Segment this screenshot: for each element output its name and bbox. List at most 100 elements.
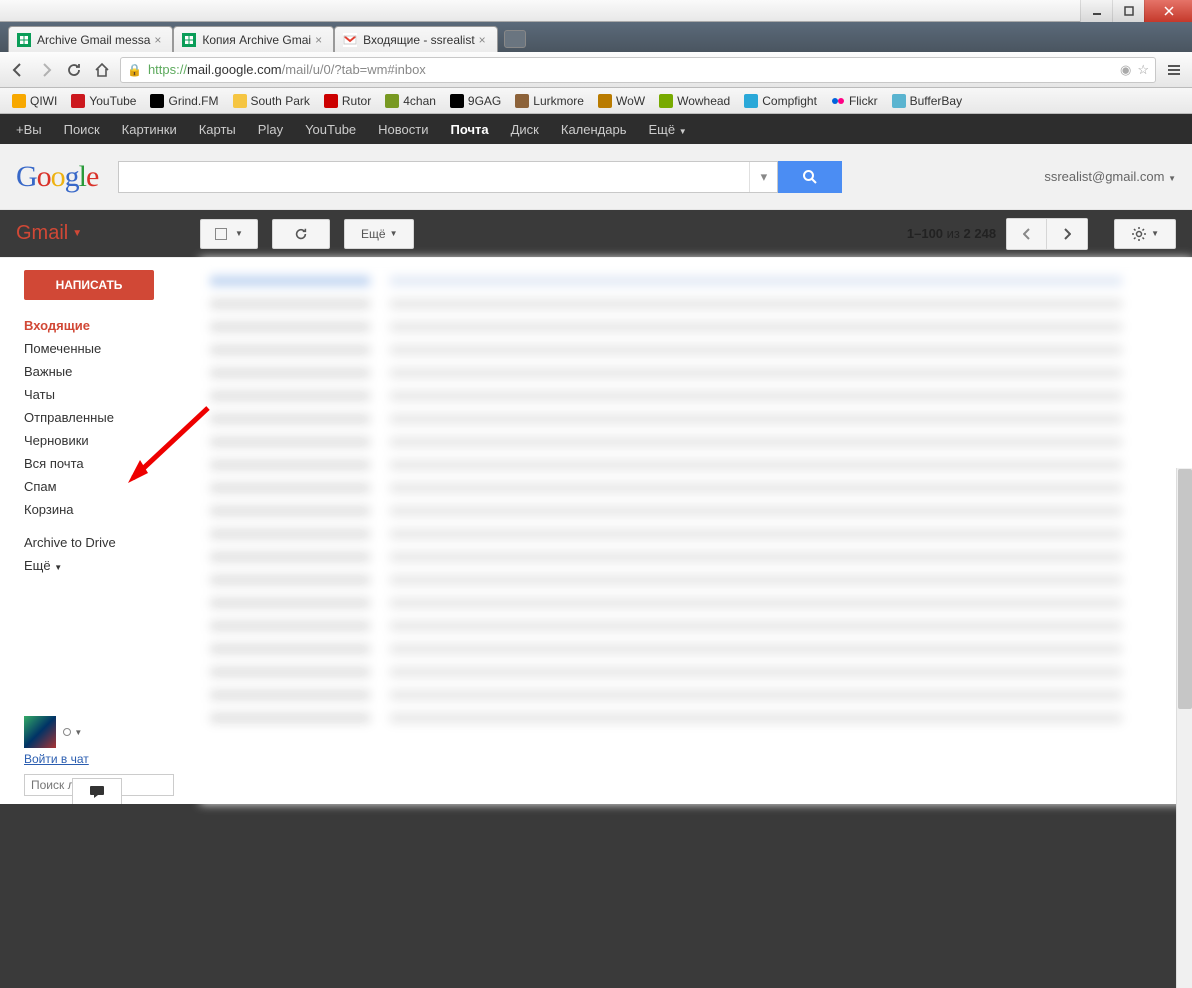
maximize-button[interactable]: [1112, 0, 1144, 22]
refresh-button[interactable]: [272, 219, 330, 249]
url-text: https://mail.google.com/mail/u/0/?tab=wm…: [148, 62, 426, 77]
home-button[interactable]: [92, 60, 112, 80]
bookmark-item[interactable]: Grind.FM: [144, 92, 224, 110]
bookmark-item[interactable]: Rutor: [318, 92, 377, 110]
sheets-icon: [17, 33, 31, 47]
rutor-icon: [324, 94, 338, 108]
nav-chats[interactable]: Чаты: [24, 385, 200, 404]
select-all-button[interactable]: ▼: [200, 219, 258, 249]
bookmark-star-icon[interactable]: ☆: [1137, 62, 1149, 78]
gmail-main: НАПИСАТЬ Входящие Помеченные Важные Чаты…: [0, 258, 1192, 804]
bookmark-item[interactable]: WoW: [592, 92, 651, 110]
compose-button[interactable]: НАПИСАТЬ: [24, 270, 154, 300]
search-input[interactable]: ▾: [118, 161, 778, 193]
message-list[interactable]: [200, 258, 1192, 804]
bookmark-item[interactable]: South Park: [227, 92, 316, 110]
gmail-toolbar: Gmail ▼ ▼ Ещё ▼ 1–100 из 2 248 ▼: [0, 210, 1192, 258]
bookmark-item[interactable]: Flickr: [825, 92, 884, 110]
google-bar: +Вы Поиск Картинки Карты Play YouTube Но…: [0, 114, 1192, 144]
lock-icon: 🔒: [127, 63, 142, 77]
menu-button[interactable]: [1164, 60, 1184, 80]
sheets-icon: [182, 33, 196, 47]
window-titlebar: [0, 0, 1192, 22]
bookmark-item[interactable]: Lurkmore: [509, 92, 590, 110]
compfight-icon: [744, 94, 758, 108]
chat-login-link[interactable]: Войти в чат: [24, 752, 200, 766]
nav-allmail[interactable]: Вся почта: [24, 454, 200, 473]
reload-button[interactable]: [64, 60, 84, 80]
nav-important[interactable]: Важные: [24, 362, 200, 381]
bookmark-item[interactable]: BufferBay: [886, 92, 968, 110]
nav-inbox[interactable]: Входящие: [24, 316, 200, 335]
lurkmore-icon: [515, 94, 529, 108]
pager-text: 1–100 из 2 248: [907, 226, 996, 241]
forward-button[interactable]: [36, 60, 56, 80]
gbar-item[interactable]: Картинки: [122, 122, 177, 137]
bookmark-item[interactable]: Compfight: [738, 92, 823, 110]
gbar-item[interactable]: Календарь: [561, 122, 627, 137]
scrollbar-thumb[interactable]: [1178, 469, 1192, 709]
label-archive-to-drive[interactable]: Archive to Drive: [24, 533, 200, 552]
chat-tab[interactable]: [72, 778, 122, 804]
gbar-item[interactable]: Диск: [511, 122, 539, 137]
search-button[interactable]: [778, 161, 842, 193]
gbar-item[interactable]: +Вы: [16, 122, 42, 137]
chat-icon: [89, 785, 105, 799]
address-bar[interactable]: 🔒 https://mail.google.com/mail/u/0/?tab=…: [120, 57, 1156, 83]
nav-drafts[interactable]: Черновики: [24, 431, 200, 450]
close-tab-icon[interactable]: ×: [479, 33, 491, 45]
account-email[interactable]: ssrealist@gmail.com ▼: [1044, 169, 1176, 184]
search-dropdown-icon[interactable]: ▾: [749, 162, 777, 192]
4chan-icon: [385, 94, 399, 108]
nav-trash[interactable]: Корзина: [24, 500, 200, 519]
next-page-button[interactable]: [1047, 219, 1087, 249]
bookmark-item[interactable]: 9GAG: [444, 92, 507, 110]
search-field[interactable]: [119, 162, 749, 192]
qiwi-icon: [12, 94, 26, 108]
gbar-more[interactable]: Ещё ▼: [649, 122, 687, 137]
nav-spam[interactable]: Спам: [24, 477, 200, 496]
settings-button[interactable]: ▼: [1114, 219, 1176, 249]
browser-tab[interactable]: Копия Archive Gmai ×: [173, 26, 334, 52]
bookmark-item[interactable]: 4chan: [379, 92, 442, 110]
bookmark-item[interactable]: QIWI: [6, 92, 63, 110]
avatar[interactable]: [24, 716, 56, 748]
tab-label: Копия Archive Gmai: [202, 33, 311, 47]
gbar-item[interactable]: Play: [258, 122, 283, 137]
tab-label: Входящие - ssrealist: [363, 33, 475, 47]
gbar-item[interactable]: YouTube: [305, 122, 356, 137]
back-button[interactable]: [8, 60, 28, 80]
scrollbar[interactable]: [1176, 468, 1192, 988]
browser-tab[interactable]: Входящие - ssrealist ×: [334, 26, 498, 52]
wowhead-icon: [659, 94, 673, 108]
new-tab-button[interactable]: [504, 30, 526, 48]
bookmark-item[interactable]: YouTube: [65, 92, 142, 110]
southpark-icon: [233, 94, 247, 108]
nav-sent[interactable]: Отправленные: [24, 408, 200, 427]
visibility-icon[interactable]: ◉: [1120, 62, 1131, 78]
bookmark-item[interactable]: Wowhead: [653, 92, 736, 110]
minimize-button[interactable]: [1080, 0, 1112, 22]
tab-label: Archive Gmail messa: [37, 33, 150, 47]
browser-tab[interactable]: Archive Gmail messa ×: [8, 26, 173, 52]
pager: 1–100 из 2 248 ▼: [907, 218, 1176, 250]
prev-page-button[interactable]: [1007, 219, 1047, 249]
nav-starred[interactable]: Помеченные: [24, 339, 200, 358]
close-tab-icon[interactable]: ×: [154, 33, 166, 45]
browser-tabstrip: Archive Gmail messa × Копия Archive Gmai…: [0, 22, 1192, 52]
gbar-item[interactable]: Почта: [451, 122, 489, 137]
close-tab-icon[interactable]: ×: [315, 33, 327, 45]
nav-more[interactable]: Ещё ▼: [24, 556, 200, 575]
gbar-item[interactable]: Поиск: [64, 122, 100, 137]
gmail-product-label[interactable]: Gmail ▼: [16, 222, 186, 245]
more-actions-button[interactable]: Ещё ▼: [344, 219, 414, 249]
flickr-icon: [831, 94, 845, 108]
9gag-icon: [450, 94, 464, 108]
gbar-item[interactable]: Новости: [378, 122, 428, 137]
close-window-button[interactable]: [1144, 0, 1192, 22]
chat-status[interactable]: ▼: [63, 728, 82, 737]
google-logo[interactable]: Google: [16, 160, 98, 194]
gbar-item[interactable]: Карты: [199, 122, 236, 137]
youtube-icon: [71, 94, 85, 108]
grindfm-icon: [150, 94, 164, 108]
